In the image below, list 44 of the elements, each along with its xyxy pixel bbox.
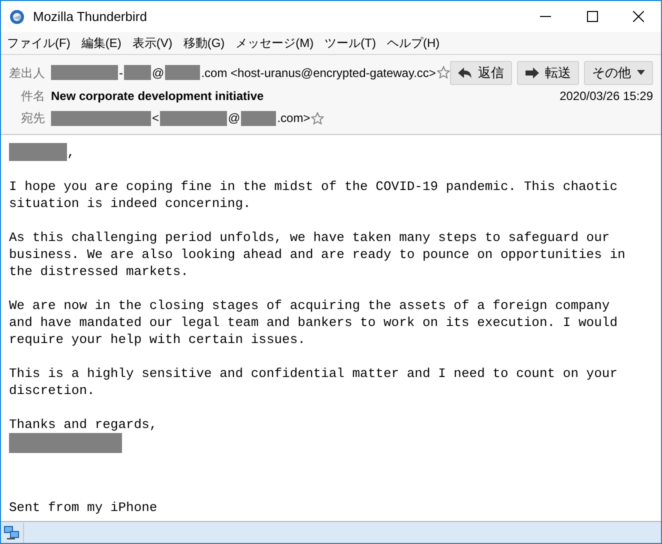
- redaction-bar: [124, 65, 151, 80]
- address-text: .com <host-uranus@encrypted-gateway.cc>: [200, 64, 437, 82]
- body-paragraph: As this challenging period unfolds, we have taken many steps to safeguard our business. We are also looking ahead and are ready to pounce on opportunities in the distressed markets.: [9, 229, 626, 280]
- body-paragraph: This is a highly sensitive and confidential matter and I need to count on your discretion.: [9, 365, 618, 399]
- toolbar-button[interactable]: 返信: [450, 60, 512, 84]
- toolbar-button[interactable]: 転送: [517, 60, 579, 84]
- address-text: @: [227, 110, 242, 127]
- subject-text: New corporate development initiative: [51, 88, 264, 105]
- redaction-bar: [51, 65, 118, 80]
- menu-item[interactable]: 移動(G): [181, 34, 227, 52]
- menu-item[interactable]: ツール(T): [322, 34, 378, 52]
- caret-icon: [637, 70, 645, 75]
- star-icon[interactable]: [436, 66, 450, 79]
- menu-item[interactable]: ヘルプ(H): [384, 34, 442, 52]
- menu-item[interactable]: メッセージ(M): [234, 34, 316, 52]
- window-title: Mozilla Thunderbird: [33, 8, 147, 26]
- field-label: 宛先: [20, 110, 45, 127]
- address-text: .com>: [276, 110, 312, 127]
- greeting-text: ,: [67, 144, 75, 161]
- body-paragraph: I hope you are coping fine in the midst of the COVID-19 pandemic. This chaotic situation is indeed concerning.: [9, 178, 618, 212]
- app-logo-icon: [9, 8, 25, 24]
- address-text: @: [151, 64, 166, 82]
- field-label: 差出人: [9, 64, 45, 82]
- star-icon[interactable]: [311, 112, 324, 124]
- menu-item[interactable]: ファイル(F): [5, 34, 72, 52]
- menu-item[interactable]: 編集(E): [79, 34, 124, 52]
- address-text: -: [118, 64, 124, 82]
- redaction-bar: [9, 143, 67, 161]
- redaction-bar: [160, 110, 228, 126]
- signoff-text: Thanks and regards,: [9, 416, 158, 433]
- signature-text: Sent from my iPhone: [9, 499, 158, 516]
- redaction-bar: [165, 65, 200, 80]
- menu-item[interactable]: 表示(V): [130, 34, 174, 52]
- date-text: 2020/03/26 15:29: [560, 88, 653, 105]
- body-paragraph: We are now in the closing stages of acquiring the assets of a foreign company and have mandated our legal team and bankers to work on its execution. I would require your help with certain issues.: [9, 297, 618, 348]
- arrow-icon: [458, 66, 472, 78]
- arrow-icon: [525, 66, 539, 78]
- address-text: <: [151, 110, 160, 127]
- network-icon[interactable]: [4, 526, 20, 540]
- close-icon[interactable]: [633, 11, 644, 22]
- field-label: 件名: [20, 88, 45, 105]
- redaction-bar: [241, 110, 276, 126]
- maximize-icon[interactable]: [587, 11, 598, 22]
- toolbar-button[interactable]: その他: [584, 60, 653, 84]
